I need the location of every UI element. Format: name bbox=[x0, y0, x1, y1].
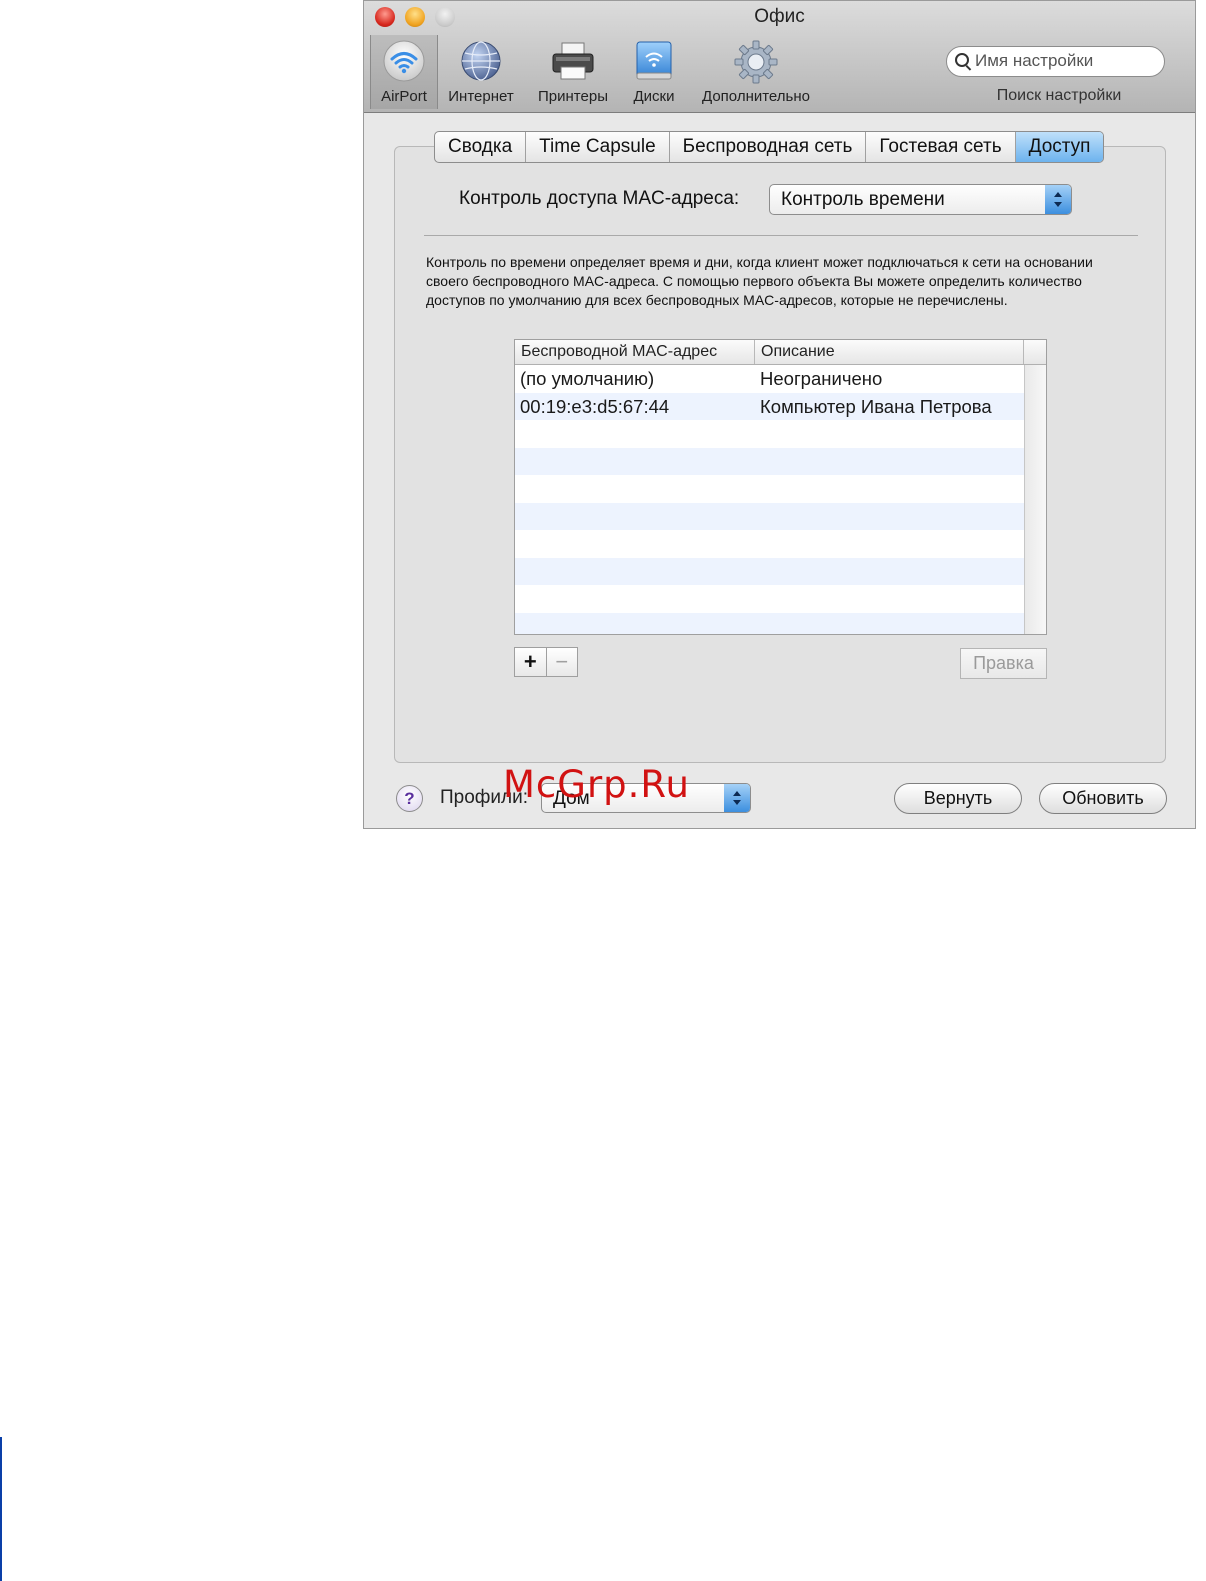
mac-control-label: Контроль доступа MAC-адреса: bbox=[459, 188, 740, 209]
mac-cell: 00:19:e3:d5:67:44 bbox=[520, 395, 670, 417]
update-button[interactable]: Обновить bbox=[1039, 783, 1167, 814]
add-remove-control: + − bbox=[514, 647, 578, 677]
tab-wireless[interactable]: Беспроводная сеть bbox=[670, 132, 867, 162]
column-header-corner bbox=[1024, 340, 1046, 364]
table-row-empty bbox=[515, 502, 1024, 530]
toolbar-item-disks[interactable]: Диски bbox=[624, 35, 684, 109]
toolbar-item-printers[interactable]: Принтеры bbox=[530, 35, 616, 109]
table-header: Беспроводной MAC-адрес Описание bbox=[515, 340, 1046, 365]
toolbar-label: Интернет bbox=[448, 88, 514, 105]
tab-bar: Сводка Time Capsule Беспроводная сеть Го… bbox=[434, 131, 1105, 163]
airport-wifi-icon bbox=[382, 39, 426, 88]
toolbar-label: Диски bbox=[633, 88, 675, 105]
mac-control-value: Контроль времени bbox=[781, 189, 945, 210]
search-caption: Поиск настройки bbox=[996, 87, 1122, 104]
page-margin-rule bbox=[0, 1437, 2, 1581]
divider bbox=[424, 235, 1138, 236]
mac-address-table[interactable]: Беспроводной MAC-адрес Описание (по умол… bbox=[514, 339, 1047, 635]
popup-arrows-icon bbox=[1045, 185, 1071, 214]
help-button[interactable]: ? bbox=[396, 785, 423, 812]
tab-time-capsule[interactable]: Time Capsule bbox=[526, 132, 670, 162]
table-scrollbar[interactable] bbox=[1024, 365, 1046, 634]
column-header-mac[interactable]: Беспроводной MAC-адрес bbox=[515, 340, 755, 364]
table-row-empty bbox=[515, 475, 1024, 503]
revert-button[interactable]: Вернуть bbox=[894, 783, 1022, 814]
table-row[interactable]: (по умолчанию) Неограничено bbox=[515, 365, 1024, 393]
tab-summary[interactable]: Сводка bbox=[435, 132, 527, 162]
access-description: Контроль по времени определяет время и д… bbox=[426, 254, 1093, 308]
toolbar-label: Принтеры bbox=[538, 88, 608, 105]
search-input[interactable]: Имя настройки bbox=[946, 46, 1165, 77]
disk-icon bbox=[632, 39, 676, 88]
globe-icon bbox=[459, 39, 503, 88]
search-placeholder: Имя настройки bbox=[975, 51, 1094, 70]
tab-guest-network[interactable]: Гостевая сеть bbox=[866, 132, 1016, 162]
add-entry-button[interactable]: + bbox=[515, 648, 547, 676]
mac-cell: (по умолчанию) bbox=[520, 368, 655, 389]
table-row-empty bbox=[515, 585, 1024, 613]
toolbar-item-advanced[interactable]: Дополнительно bbox=[692, 35, 820, 109]
preferences-window: Офис AirPort Интернет Принтеры Диски Доп… bbox=[363, 0, 1196, 829]
popup-arrows-icon bbox=[724, 784, 750, 812]
edit-button[interactable]: Правка bbox=[960, 648, 1047, 679]
toolbar-item-internet[interactable]: Интернет bbox=[440, 35, 522, 109]
description-cell: Неограничено bbox=[760, 368, 883, 389]
toolbar-item-airport[interactable]: AirPort bbox=[370, 35, 438, 109]
table-row[interactable]: 00:19:e3:d5:67:44 Компьютер Ивана Петров… bbox=[515, 392, 1024, 420]
remove-entry-button[interactable]: − bbox=[547, 648, 578, 676]
toolbar-label: AirPort bbox=[381, 88, 427, 105]
printer-icon bbox=[550, 39, 596, 88]
toolbar: Офис AirPort Интернет Принтеры Диски Доп… bbox=[364, 1, 1195, 113]
table-row-empty bbox=[515, 612, 1024, 634]
toolbar-label: Дополнительно bbox=[702, 88, 810, 105]
table-row-empty bbox=[515, 557, 1024, 585]
tab-access[interactable]: Доступ bbox=[1015, 132, 1104, 162]
table-row-empty bbox=[515, 530, 1024, 558]
mac-control-select[interactable]: Контроль времени bbox=[769, 184, 1072, 215]
table-row-empty bbox=[515, 420, 1024, 448]
description-cell: Компьютер Ивана Петрова bbox=[760, 395, 992, 417]
window-title: Офис bbox=[754, 6, 805, 27]
column-header-description[interactable]: Описание bbox=[755, 340, 1024, 364]
table-row-empty bbox=[515, 447, 1024, 475]
watermark-text: McGrp.Ru bbox=[503, 763, 690, 806]
search-icon bbox=[955, 53, 969, 67]
gear-icon bbox=[733, 39, 779, 90]
table-rows: (по умолчанию) Неограничено 00:19:e3:d5:… bbox=[515, 365, 1024, 634]
